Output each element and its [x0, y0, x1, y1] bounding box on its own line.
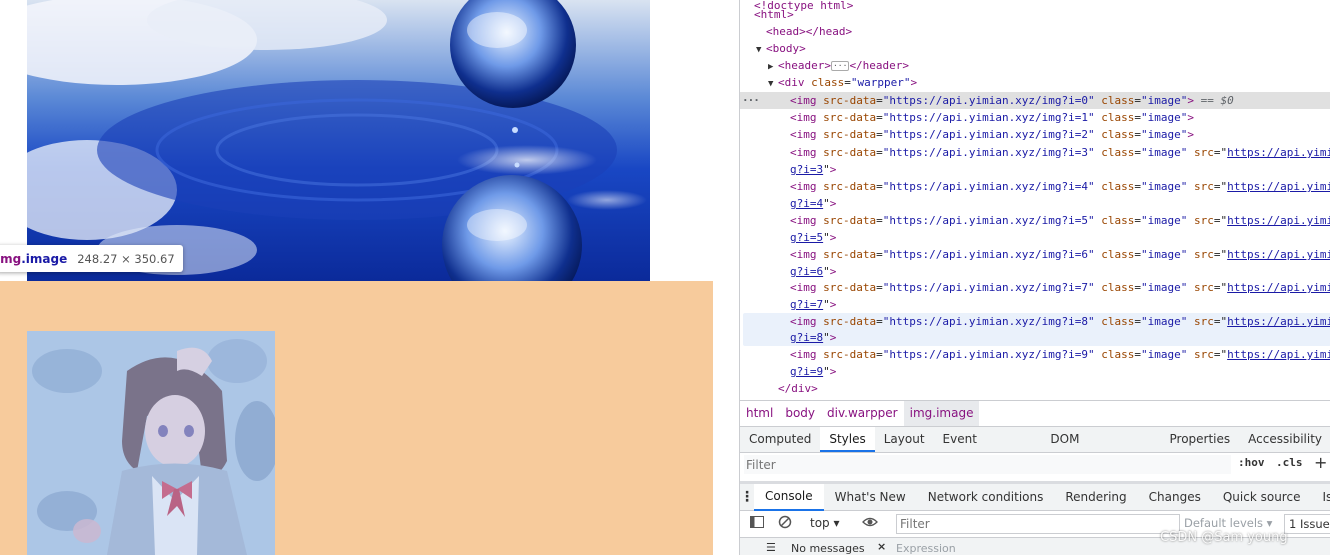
devtools-panel: <!doctype html> <html> <head></head> ▼ <b… [739, 0, 1330, 555]
tree-line-img-0[interactable]: ··· <img src-data="https://api.yimian.xy… [740, 92, 1330, 109]
tree-line-img-6[interactable]: <img src-data="https://api.yimian.xyz/im… [740, 246, 1330, 263]
styles-filter-input[interactable] [744, 455, 1231, 474]
expression-label[interactable]: Expression [896, 542, 956, 555]
log-levels-dropdown[interactable]: Default levels ▾ [1184, 516, 1272, 530]
tab-whats-new[interactable]: What's New [824, 485, 917, 510]
tab-event-listeners[interactable]: Event Listeners [934, 427, 1042, 470]
tab-quick-source[interactable]: Quick source [1212, 485, 1312, 510]
anime-girl-image[interactable] [27, 331, 275, 555]
breadcrumb-html[interactable]: html [740, 401, 779, 426]
tree-line-head[interactable]: <head></head> [740, 23, 1330, 40]
ellipsis-icon[interactable]: ··· [830, 61, 850, 71]
tab-dom-breakpoints[interactable]: DOM Breakpoints [1041, 427, 1160, 470]
elements-tree: <!doctype html> <html> <head></head> ▼ <b… [740, 0, 1330, 400]
dropdown-arrow-icon: ▾ [833, 516, 840, 530]
tree-line-img-6-cont[interactable]: g?i=6"> [740, 263, 1330, 280]
tree-line-img-1[interactable]: <img src-data="https://api.yimian.xyz/im… [740, 109, 1330, 126]
close-icon[interactable]: × [877, 540, 886, 553]
tab-layout[interactable]: Layout [875, 427, 934, 452]
new-style-rule-button[interactable]: + [1314, 453, 1327, 472]
tree-line-div[interactable]: ▼ <div class="warpper"> [740, 74, 1330, 91]
context-select[interactable]: top ▾ [810, 516, 840, 530]
tree-line-img-9-cont[interactable]: g?i=9"> [740, 363, 1330, 380]
tree-line-img-7-cont[interactable]: g?i=7"> [740, 296, 1330, 313]
context-label: top [810, 516, 830, 530]
tree-line-div-close[interactable]: </div> [740, 380, 1330, 397]
tree-line-body[interactable]: ▼ <body> [740, 40, 1330, 57]
hov-toggle-button[interactable]: :hov [1238, 456, 1265, 469]
styles-filter-row: :hov .cls + [740, 453, 1330, 478]
tab-changes[interactable]: Changes [1138, 485, 1212, 510]
breadcrumb-img[interactable]: img.image [903, 401, 980, 426]
more-tabs-icon[interactable]: ⋮ [740, 489, 754, 505]
expand-triangle-icon[interactable]: ▼ [768, 76, 778, 93]
tree-line-img-8-cont[interactable]: g?i=8"> [740, 329, 1330, 346]
breadcrumb-div[interactable]: div.warpper [821, 401, 904, 426]
tree-line-img-8[interactable]: <img src-data="https://api.yimian.xyz/im… [740, 313, 1330, 330]
tooltip-dimensions: 248.27 × 350.67 [77, 251, 175, 266]
tree-line-img-4-cont[interactable]: g?i=4"> [740, 195, 1330, 212]
split-gutter[interactable] [713, 0, 739, 555]
tree-line-header[interactable]: ▶ <header> ··· </header> [740, 57, 1330, 74]
styles-pane-tabs: Computed Styles Layout Event Listeners D… [740, 427, 1330, 470]
messages-list-icon[interactable]: ☰ [766, 541, 776, 554]
tree-line-img-5[interactable]: <img src-data="https://api.yimian.xyz/im… [740, 212, 1330, 229]
watermark: CSDN @Sam young [1160, 530, 1288, 545]
tab-console[interactable]: Console [754, 483, 824, 511]
issues-button[interactable]: 1 Issue: [1284, 514, 1330, 534]
tree-line-html[interactable]: <html> [740, 6, 1330, 23]
clear-console-icon[interactable] [778, 515, 792, 533]
tree-line-img-3-cont[interactable]: g?i=3"> [740, 161, 1330, 178]
breadcrumb-body[interactable]: body [779, 401, 821, 426]
element-inspect-tooltip: img.image 248.27 × 350.67 [0, 245, 183, 272]
tooltip-class: .image [21, 251, 68, 266]
eye-icon[interactable] [862, 515, 878, 533]
tree-line-img-4[interactable]: <img src-data="https://api.yimian.xyz/im… [740, 178, 1330, 195]
breadcrumb: html body div.warpper img.image [740, 400, 1330, 427]
tree-line-img-7[interactable]: <img src-data="https://api.yimian.xyz/im… [740, 279, 1330, 296]
tree-line-img-3[interactable]: <img src-data="https://api.yimian.xyz/im… [740, 144, 1330, 161]
tooltip-tag: img [0, 251, 22, 266]
drawer-tabs: ⋮ Console What's New Network conditions … [740, 483, 1330, 511]
sidebar-toggle-icon[interactable] [750, 515, 764, 533]
tab-accessibility[interactable]: Accessibility [1239, 427, 1330, 452]
tree-line-img-9[interactable]: <img src-data="https://api.yimian.xyz/im… [740, 346, 1330, 363]
messages-label: No messages [791, 542, 865, 555]
page-viewport: img.image 248.27 × 350.67 [0, 0, 713, 555]
tab-issues[interactable]: Iss [1311, 485, 1330, 510]
water-drop-image[interactable] [27, 0, 650, 281]
console-filter-input[interactable] [896, 514, 1180, 534]
tab-network-conditions[interactable]: Network conditions [917, 485, 1055, 510]
tab-properties[interactable]: Properties [1161, 427, 1240, 452]
cls-toggle-button[interactable]: .cls [1276, 456, 1303, 469]
tab-rendering[interactable]: Rendering [1054, 485, 1137, 510]
more-options-icon[interactable]: ··· [742, 92, 760, 109]
tab-computed[interactable]: Computed [740, 427, 820, 452]
tree-line-img-5-cont[interactable]: g?i=5"> [740, 229, 1330, 246]
tab-styles[interactable]: Styles [820, 427, 875, 452]
tree-line-img-2[interactable]: <img src-data="https://api.yimian.xyz/im… [740, 126, 1330, 143]
